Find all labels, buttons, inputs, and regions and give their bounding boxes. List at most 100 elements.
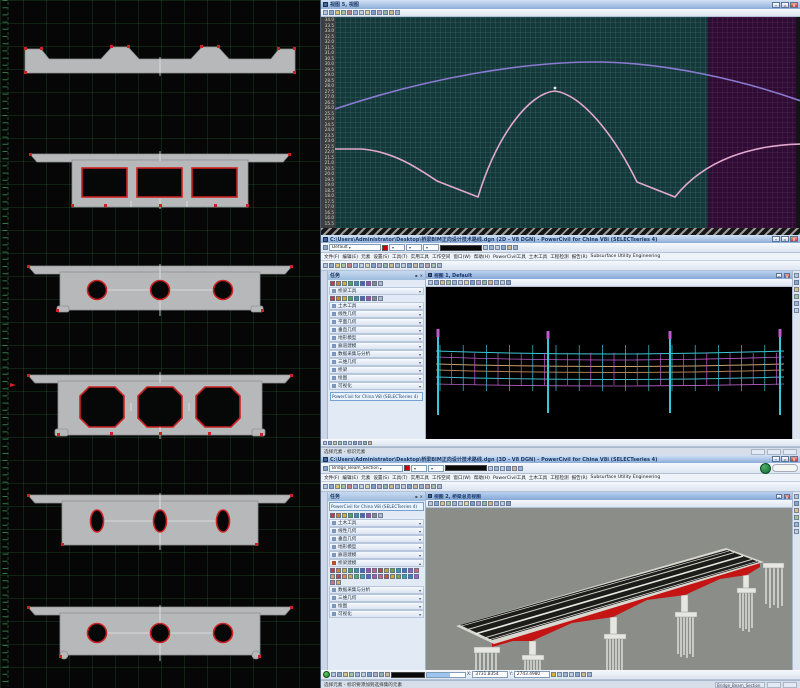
- main-tool-icon[interactable]: [401, 484, 406, 489]
- view-tool-icon[interactable]: [494, 501, 499, 506]
- task-section-bar[interactable]: 垂直几何 ▾: [329, 326, 424, 334]
- workflow-combo[interactable]: PowerCivil for China V8i (SELECTseries 4…: [329, 502, 424, 511]
- lock-icon[interactable]: [551, 672, 556, 677]
- main-tool-icon[interactable]: [413, 484, 418, 489]
- bridge-tool-icon[interactable]: [402, 568, 407, 573]
- task-tool-icon[interactable]: [342, 281, 347, 286]
- main-tool-icon[interactable]: [425, 484, 430, 489]
- dock-tool-icon[interactable]: [794, 301, 799, 306]
- main-tool-icon[interactable]: [341, 484, 346, 489]
- view-tool-icon[interactable]: [371, 10, 376, 15]
- menu-item[interactable]: PowerCivil工具: [493, 254, 526, 260]
- task-section-bar[interactable]: 三维几何 ▾: [329, 358, 424, 366]
- view-tool-icon[interactable]: [470, 501, 475, 506]
- status-cell[interactable]: [767, 449, 781, 455]
- view-minimize-button[interactable]: –: [776, 494, 782, 499]
- y-coord-field[interactable]: 2743.4980: [514, 671, 550, 678]
- main-tool-icon[interactable]: [359, 263, 364, 268]
- task-section-bar[interactable]: 绘图 ▾: [329, 602, 424, 610]
- active-element-icon[interactable]: [323, 466, 328, 471]
- menu-item[interactable]: 窗口(W): [453, 475, 470, 481]
- line-weight-combo[interactable]: ▾: [428, 465, 444, 472]
- task-section-bar[interactable]: 三维几何 ▾: [329, 594, 424, 602]
- main-tool-icon[interactable]: [371, 484, 376, 489]
- dock-tool-icon[interactable]: [794, 294, 799, 299]
- accudraw-slider[interactable]: [426, 672, 466, 678]
- task-section-bar[interactable]: 地形模型 ▾: [329, 334, 424, 342]
- accusnap-toggle-icon[interactable]: [323, 671, 330, 678]
- task-subgroup-bar[interactable]: 桥梁工具 ▾: [329, 287, 424, 295]
- attr-tool-icon[interactable]: [483, 245, 488, 250]
- bridge-tool-icon[interactable]: [390, 568, 395, 573]
- attr-tool-icon[interactable]: [489, 245, 494, 250]
- menu-item[interactable]: 编辑(E): [342, 254, 358, 260]
- view-tool-icon[interactable]: [434, 501, 439, 506]
- menu-item[interactable]: 土木工具: [529, 254, 547, 260]
- main-tool-icon[interactable]: [347, 484, 352, 489]
- task-tool-icon[interactable]: [378, 513, 383, 518]
- main-tool-icon[interactable]: [353, 263, 358, 268]
- view-tool-icon[interactable]: [500, 501, 505, 506]
- task-tool-icon[interactable]: [348, 281, 353, 286]
- minimize-button[interactable]: –: [772, 236, 780, 242]
- main-tool-icon[interactable]: [377, 484, 382, 489]
- accudraw-tool-icon[interactable]: [343, 672, 348, 677]
- dock-tool-icon[interactable]: [794, 273, 799, 278]
- accudraw-icon[interactable]: [338, 441, 342, 445]
- style-combo[interactable]: Bridge_Beam_Section▾: [329, 465, 403, 472]
- view-tool-icon[interactable]: [488, 280, 493, 285]
- task-section-bar[interactable]: 线性几何 ▾: [329, 527, 424, 535]
- view1-titlebar[interactable]: 视图 1, Default – ×: [426, 271, 792, 279]
- task-tool-icon[interactable]: [336, 281, 341, 286]
- subgroup-tool-icon[interactable]: [348, 296, 353, 301]
- menu-item[interactable]: 文件(F): [324, 475, 339, 481]
- menu-item[interactable]: 设置(S): [373, 475, 389, 481]
- bridge-tool-icon[interactable]: [396, 568, 401, 573]
- menu-item[interactable]: 工作空间: [432, 254, 450, 260]
- menu-item[interactable]: 实用工具: [411, 254, 429, 260]
- minimize-button[interactable]: –: [772, 456, 780, 462]
- bridge-tool-icon[interactable]: [408, 574, 413, 579]
- task-tool-icon[interactable]: [330, 281, 335, 286]
- task-panel-header[interactable]: 任务 ▪ ×: [328, 492, 425, 501]
- task-panel-header[interactable]: 任务 ▪ ×: [328, 271, 425, 280]
- dock-tool-icon[interactable]: [794, 515, 799, 520]
- bridge-tool-icon[interactable]: [336, 574, 341, 579]
- task-tool-icon[interactable]: [354, 513, 359, 518]
- menu-item[interactable]: PowerCivil工具: [493, 475, 526, 481]
- window-titlebar[interactable]: C:\Users\Administrator\Desktop\桥梁BIM正向设计…: [321, 235, 800, 243]
- accudraw-icon[interactable]: [358, 441, 362, 445]
- accudraw-tool-icon[interactable]: [563, 672, 568, 677]
- accudraw-icon[interactable]: [363, 441, 367, 445]
- bridge-tool-icon[interactable]: [330, 568, 335, 573]
- close-icon[interactable]: ×: [420, 494, 423, 499]
- menu-item[interactable]: 工作空间: [432, 475, 450, 481]
- task-section-bar[interactable]: 垂直几何 ▾: [329, 535, 424, 543]
- bridge-tool-icon[interactable]: [354, 568, 359, 573]
- menu-item[interactable]: 设置(S): [373, 254, 389, 260]
- view-tool-icon[interactable]: [377, 10, 382, 15]
- main-tool-icon[interactable]: [365, 484, 370, 489]
- task-tool-icon[interactable]: [330, 513, 335, 518]
- accudraw-icon[interactable]: [353, 441, 357, 445]
- accudraw-icon[interactable]: [323, 441, 327, 445]
- view-tool-icon[interactable]: [464, 280, 469, 285]
- close-button[interactable]: ×: [790, 2, 798, 8]
- dock-tool-icon[interactable]: [794, 494, 799, 499]
- task-section-bar[interactable]: 地形模型 ▾: [329, 543, 424, 551]
- window-titlebar[interactable]: C:\Users\Administrator\Desktop\桥梁BIM正向设计…: [321, 455, 800, 463]
- dock-tool-icon[interactable]: [794, 522, 799, 527]
- bridge-tool-icon[interactable]: [336, 568, 341, 573]
- view-tool-icon[interactable]: [440, 280, 445, 285]
- view-tool-icon[interactable]: [470, 280, 475, 285]
- task-section-bar[interactable]: 数据采集与分析 ▾: [329, 350, 424, 358]
- view-tool-icon[interactable]: [434, 280, 439, 285]
- window-titlebar[interactable]: 视图 5, 视图 – ▫ ×: [321, 0, 800, 9]
- bridge-tool-icon[interactable]: [330, 580, 335, 585]
- task-section-bar[interactable]: 桥梁 ▾: [329, 366, 424, 374]
- main-tool-icon[interactable]: [365, 263, 370, 268]
- accudraw-tool-icon[interactable]: [349, 672, 354, 677]
- menu-item[interactable]: 工具(T): [392, 475, 408, 481]
- bridge-group-bar[interactable]: 桥梁建模 ▴: [329, 559, 424, 567]
- status-cell[interactable]: [767, 682, 781, 688]
